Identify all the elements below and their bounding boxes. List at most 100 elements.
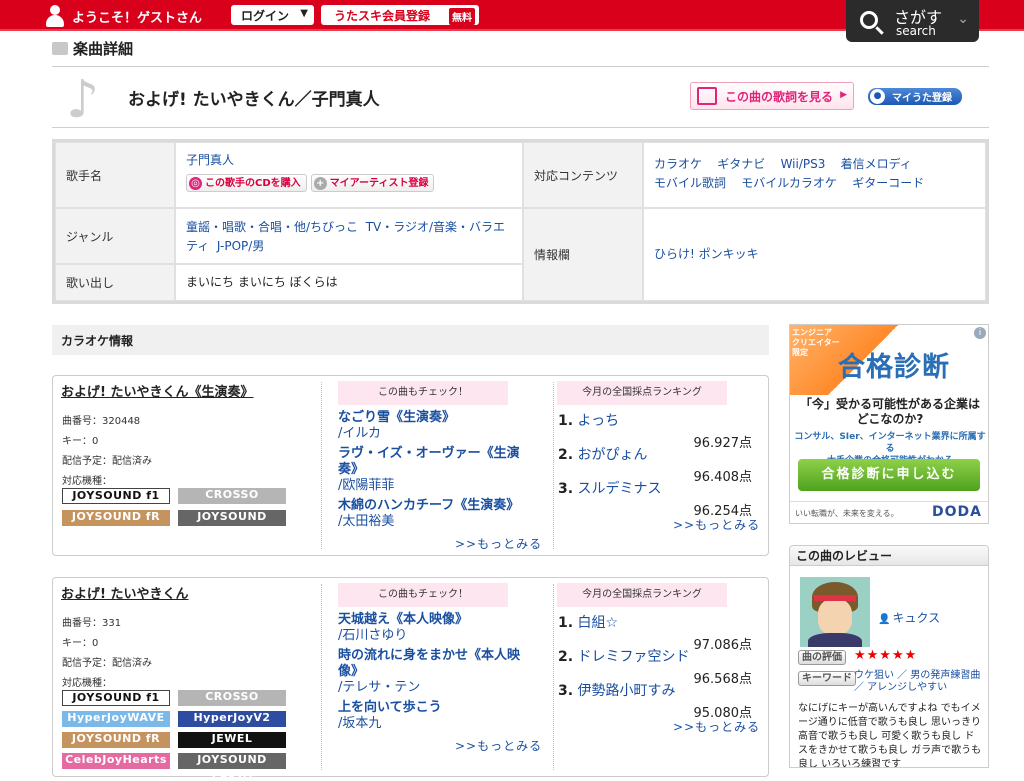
buy-cd-button[interactable]: ◎ この歌手のCDを購入 — [186, 174, 307, 192]
content-link-guitanavi[interactable]: ギタナビ — [717, 157, 765, 171]
karaoke-title-link[interactable]: およげ! たいやきくん《生演奏》 — [61, 381, 253, 400]
genre-link-kids[interactable]: 童謡・唱歌・合唱・他/ちびっこ — [186, 220, 358, 234]
more-link[interactable]: >>もっとみる — [455, 737, 542, 754]
divider — [52, 66, 989, 67]
keyword-label: キーワード — [798, 671, 856, 686]
model-joysound-f1[interactable]: JOYSOUND f1 — [62, 488, 170, 504]
song-key: キー：0 — [62, 638, 99, 649]
recommend-song[interactable]: 上を向いて歩こう — [338, 700, 538, 716]
karaoke-title-link[interactable]: およげ! たいやきくん — [61, 583, 188, 602]
recommend-artist[interactable]: /坂本九 — [338, 716, 538, 732]
rank-user-link[interactable]: ドレミファ空シド — [578, 649, 690, 665]
model-joysound-f1[interactable]: JOYSOUND f1 — [62, 690, 170, 706]
content-link-mobile-lyrics[interactable]: モバイル歌詞 — [654, 176, 726, 190]
recommend-song-cont[interactable]: 像》 — [338, 664, 538, 680]
ad-cta-button[interactable]: 合格診断に申し込む — [798, 459, 980, 491]
recommend-song[interactable]: なごり雪《生演奏》 — [338, 410, 538, 426]
recommend-artist[interactable]: /石川さゆり — [338, 628, 538, 644]
ranking-more-link[interactable]: >>もっとみる — [673, 516, 760, 533]
genre-link-jpop[interactable]: J-POP/男 — [217, 239, 264, 253]
rating-stars: ★★★★★ — [854, 648, 918, 663]
ad-question: 「今」受かる可能性がある企業は どこなのか? — [790, 397, 988, 427]
content-link-guitar-chord[interactable]: ギターコード — [852, 176, 924, 190]
more-link[interactable]: >>もっとみる — [455, 535, 542, 552]
rank-user-link[interactable]: よっち — [578, 413, 620, 429]
model-joysound-festa[interactable]: JOYSOUND FESTA — [178, 510, 286, 537]
ad-headline: 合格診断 — [838, 352, 950, 383]
recommend-item[interactable]: 木綿のハンカチーフ《生演奏》/太田裕美 — [338, 498, 538, 530]
ranking-column: 今月の全国採点ランキング 1. 白組☆ 97.086点 2. ドレミファ空シド 96… — [553, 578, 770, 776]
recommend-artist[interactable]: /欧陽菲菲 — [338, 478, 538, 494]
recommend-artist[interactable]: /太田裕美 — [338, 514, 538, 530]
song-number: 曲番号：320448 — [62, 416, 141, 427]
recommend-song-cont[interactable]: 奏》 — [338, 462, 538, 478]
content-link-ringtone[interactable]: 着信メロディ — [841, 157, 912, 171]
content-label: 対応コンテンツ — [523, 142, 643, 208]
model-joysound-fr[interactable]: JOYSOUND fR — [62, 510, 170, 526]
info-icon[interactable]: i — [974, 327, 986, 339]
arrow-right-icon: ▶ — [840, 90, 847, 100]
genre-link-tv-cont[interactable]: ティ — [186, 239, 209, 253]
recommend-item[interactable]: 天城越え《本人映像》/石川さゆり — [338, 612, 538, 644]
rank-user-link[interactable]: おがぴょん — [578, 447, 648, 463]
rank-number: 1. — [558, 615, 574, 631]
lyrics-book-icon — [697, 87, 717, 105]
genre-cell: 童謡・唱歌・合唱・他/ちびっこ TV・ラジオ/音楽・バラエ ティ J-POP/男 — [175, 208, 523, 264]
advertisement-banner[interactable]: エンジニア クリエイター 限定 合格診断 i 「今」受かる可能性がある企業は どこ… — [789, 324, 989, 524]
ranking-item: 1. よっち 96.927点 — [558, 410, 754, 451]
review-keywords[interactable]: ウケ狙い ／ 男の発声練習曲 ／ アレンジしやすい — [854, 670, 984, 694]
my-artist-label: マイアーティスト登録 — [329, 177, 429, 189]
review-username[interactable]: キュクス — [892, 611, 940, 625]
model-crosso[interactable]: CROSSO — [178, 690, 286, 706]
plus-icon: + — [313, 176, 327, 190]
recommend-item[interactable]: ラヴ・イズ・オーヴァー《生演 奏》/欧陽菲菲 — [338, 446, 538, 494]
view-lyrics-label: この曲の歌詞を見る — [725, 89, 834, 104]
recommend-item[interactable]: 上を向いて歩こう/坂本九 — [338, 700, 538, 732]
recommend-song[interactable]: 天城越え《本人映像》 — [338, 612, 538, 628]
model-crosso[interactable]: CROSSO — [178, 488, 286, 504]
model-joysound-festa[interactable]: JOYSOUND FESTA — [178, 753, 286, 780]
search-icon — [860, 11, 878, 29]
content-link-mobile-karaoke[interactable]: モバイルカラオケ — [741, 176, 837, 190]
info-link[interactable]: ひらけ! ポンキッキ — [654, 247, 759, 261]
model-joysound-fr[interactable]: JOYSOUND fR — [62, 732, 170, 748]
my-song-register-button[interactable]: ● マイうた登録 — [868, 88, 962, 105]
recommend-item[interactable]: なごり雪《生演奏》/イルカ — [338, 410, 538, 442]
genre-link-tv[interactable]: TV・ラジオ/音楽・バラエ — [366, 220, 505, 234]
welcome-text: ようこそ！ゲストさん — [72, 10, 203, 26]
rank-user-link[interactable]: 伊勢路小町すみ — [578, 683, 676, 699]
model-hyperjoy-v2[interactable]: HyperJoyV2 — [178, 711, 286, 727]
recommend-song[interactable]: 木綿のハンカチーフ《生演奏》 — [338, 498, 538, 514]
check-header: この曲もチェック！ — [338, 583, 508, 607]
rank-number: 2. — [558, 447, 574, 463]
recommend-column: この曲もチェック！ 天城越え《本人映像》/石川さゆり 時の流れに身をまかせ《本人… — [321, 578, 553, 776]
model-jewel[interactable]: JEWEL — [178, 732, 286, 748]
review-body: なにげにキーが高いんですよね でもイメージ通りに低音で歌うも良し 思いっきり高音… — [798, 703, 982, 768]
search-button[interactable]: さがす search ⌄ — [846, 0, 979, 42]
recommend-artist[interactable]: /テレサ・テン — [338, 680, 538, 696]
view-lyrics-button[interactable]: この曲の歌詞を見る ▶ — [690, 82, 854, 110]
my-artist-button[interactable]: + マイアーティスト登録 — [310, 174, 435, 192]
content-link-wii[interactable]: Wii/PS3 — [781, 157, 826, 171]
rank-user-link[interactable]: スルデミナス — [578, 481, 662, 497]
artist-label-text: 歌手名 — [66, 168, 103, 183]
recommend-song[interactable]: ラヴ・イズ・オーヴァー《生演 — [338, 446, 538, 462]
models-label: 対応機種： — [62, 476, 112, 487]
content-link-karaoke[interactable]: カラオケ — [654, 157, 702, 171]
rank-number: 3. — [558, 683, 574, 699]
info-cell: ひらけ! ポンキッキ — [643, 208, 986, 301]
model-hyperjoy-wave[interactable]: HyperJoyWAVE — [62, 711, 170, 727]
register-button[interactable]: うたスキ会員登録 無料 — [321, 5, 479, 25]
model-celebjoy-hearts[interactable]: CelebJoyHearts — [62, 753, 170, 769]
recommend-item[interactable]: 時の流れに身をまかせ《本人映 像》/テレサ・テン — [338, 648, 538, 696]
recommend-song[interactable]: 時の流れに身をまかせ《本人映 — [338, 648, 538, 664]
artist-link[interactable]: 子門真人 — [186, 153, 234, 167]
start-cell: まいにち まいにち ぼくらは — [175, 264, 523, 301]
login-button[interactable]: ログイン ▼ — [231, 5, 314, 25]
ranking-more-link[interactable]: >>もっとみる — [673, 718, 760, 735]
avatar[interactable] — [800, 577, 870, 647]
music-note-icon: ♪ — [66, 70, 100, 130]
review-user[interactable]: 👤 キュクス — [878, 609, 940, 626]
recommend-artist[interactable]: /イルカ — [338, 426, 538, 442]
rank-user-link[interactable]: 白組☆ — [578, 615, 619, 631]
